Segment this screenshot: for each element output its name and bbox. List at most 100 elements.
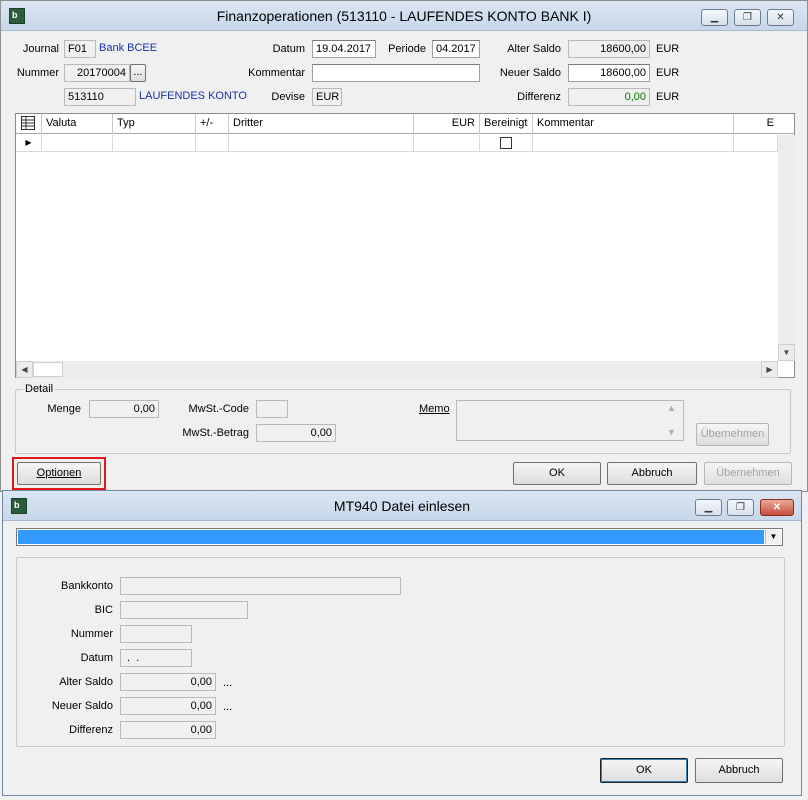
scroll-right-icon[interactable]: ▶ bbox=[761, 361, 778, 378]
datum-label: Datum bbox=[272, 43, 305, 55]
memo-field[interactable] bbox=[456, 400, 684, 441]
minimize-icon: ▁ bbox=[704, 502, 713, 513]
devise-field[interactable]: EUR bbox=[312, 88, 342, 106]
journal-name-link[interactable]: Bank BCEE bbox=[99, 42, 157, 54]
differenz-field: 0,00 bbox=[568, 88, 650, 106]
bic-label: BIC bbox=[94, 604, 113, 616]
grid-cell-dritter[interactable] bbox=[229, 135, 414, 152]
memo-scroll-up-icon[interactable]: ▲ bbox=[667, 403, 676, 413]
grid-header-eur[interactable]: EUR bbox=[414, 114, 480, 134]
optionen-button[interactable]: Optionen bbox=[17, 462, 101, 485]
grid-header-valuta[interactable]: Valuta bbox=[42, 114, 113, 134]
grid-cell-eur[interactable] bbox=[414, 135, 480, 152]
dialog-datum-label: Datum bbox=[80, 652, 113, 664]
nummer-label: Nummer bbox=[16, 67, 59, 79]
detail-uebernehmen-button[interactable]: Übernehmen bbox=[696, 423, 769, 446]
grid-horizontal-scrollbar[interactable]: ◀ ▶ bbox=[16, 361, 778, 378]
grid-header-bereinigt[interactable]: Bereinigt bbox=[480, 114, 533, 134]
journal-code-field[interactable]: F01 bbox=[64, 40, 96, 58]
memo-scroll-down-icon[interactable]: ▼ bbox=[667, 427, 676, 437]
file-dropdown-value bbox=[18, 530, 764, 544]
periode-label: Periode bbox=[388, 43, 426, 55]
kommentar-field[interactable] bbox=[312, 64, 480, 82]
kommentar-label: Kommentar bbox=[248, 67, 305, 79]
restore-button[interactable]: ❐ bbox=[734, 9, 761, 26]
grid-corner-icon[interactable] bbox=[16, 114, 42, 134]
neuer-saldo-more-button[interactable]: ... bbox=[223, 701, 232, 713]
grid-cell-e[interactable] bbox=[734, 135, 778, 152]
grid-cell-typ[interactable] bbox=[113, 135, 196, 152]
dialog-nummer-field bbox=[120, 625, 192, 643]
nummer-lookup-button[interactable]: ... bbox=[130, 64, 146, 82]
grid-vertical-scrollbar[interactable]: ▼ bbox=[778, 135, 795, 361]
account-code-field[interactable]: 513110 bbox=[64, 88, 136, 106]
row-indicator-icon[interactable]: ▶ bbox=[16, 135, 42, 152]
menge-field[interactable]: 0,00 bbox=[89, 400, 159, 418]
ok-button[interactable]: OK bbox=[513, 462, 601, 485]
dialog-differenz-label: Differenz bbox=[69, 724, 113, 736]
scroll-down-icon[interactable]: ▼ bbox=[778, 344, 795, 361]
alter-saldo-field[interactable]: 18600,00 bbox=[568, 40, 650, 58]
alter-saldo-more-button[interactable]: ... bbox=[223, 677, 232, 689]
grid-cell-valuta[interactable] bbox=[42, 135, 113, 152]
optionen-label: Optionen bbox=[36, 467, 82, 479]
account-name-link[interactable]: LAUFENDES KONTO bbox=[139, 90, 247, 102]
uebernehmen-button[interactable]: Übernehmen bbox=[704, 462, 792, 485]
bankkonto-label: Bankkonto bbox=[61, 580, 113, 592]
nummer-field[interactable]: 20170004 bbox=[64, 64, 130, 82]
periode-field[interactable]: 04.2017 bbox=[432, 40, 480, 58]
grid-header-dritter[interactable]: Dritter bbox=[229, 114, 414, 134]
bic-field bbox=[120, 601, 248, 619]
horizontal-scroll-thumb[interactable] bbox=[33, 362, 63, 377]
dialog-neuer-saldo-field: 0,00 bbox=[120, 697, 216, 715]
mwst-code-field[interactable] bbox=[256, 400, 288, 418]
datum-field[interactable]: 19.04.2017 bbox=[312, 40, 376, 58]
grid-cell-bereinigt[interactable] bbox=[480, 135, 533, 152]
mwst-betrag-field[interactable]: 0,00 bbox=[256, 424, 336, 442]
differenz-label: Differenz bbox=[517, 91, 561, 103]
bankkonto-field bbox=[120, 577, 401, 595]
journal-label: Journal bbox=[22, 43, 59, 55]
main-window: b Finanzoperationen (513110 - LAUFENDES … bbox=[0, 0, 808, 492]
grid-header-typ[interactable]: Typ bbox=[113, 114, 196, 134]
dialog-nummer-label: Nummer bbox=[70, 628, 113, 640]
chevron-down-icon[interactable]: ▼ bbox=[765, 530, 781, 544]
grid-header-filler bbox=[778, 114, 794, 134]
dialog-alter-saldo-label: Alter Saldo bbox=[59, 676, 113, 688]
main-titlebar[interactable]: b Finanzoperationen (513110 - LAUFENDES … bbox=[1, 1, 807, 31]
devise-label: Devise bbox=[271, 91, 305, 103]
dialog-close-button[interactable]: ✕ bbox=[760, 499, 794, 516]
neuer-saldo-currency: EUR bbox=[656, 67, 680, 79]
dialog-ok-button[interactable]: OK bbox=[600, 758, 688, 783]
grid-header-plusminus[interactable]: +/- bbox=[196, 114, 229, 134]
abbruch-button[interactable]: Abbruch bbox=[607, 462, 697, 485]
scroll-left-icon[interactable]: ◀ bbox=[16, 361, 33, 378]
grid-cell-plusminus[interactable] bbox=[196, 135, 229, 152]
bereinigt-checkbox[interactable] bbox=[500, 137, 512, 149]
alter-saldo-label: Alter Saldo bbox=[507, 43, 561, 55]
dialog-abbruch-button[interactable]: Abbruch bbox=[695, 758, 783, 783]
close-icon: ✕ bbox=[776, 12, 785, 23]
dialog-restore-button[interactable]: ❐ bbox=[727, 499, 754, 516]
neuer-saldo-field[interactable]: 18600,00 bbox=[568, 64, 650, 82]
dialog-alter-saldo-field: 0,00 bbox=[120, 673, 216, 691]
restore-icon: ❐ bbox=[736, 502, 745, 513]
dialog-neuer-saldo-label: Neuer Saldo bbox=[51, 700, 113, 712]
close-button[interactable]: ✕ bbox=[767, 9, 794, 26]
mt940-dialog: b MT940 Datei einlesen ▁ ❐ ✕ ▼ Bankkonto… bbox=[2, 490, 802, 796]
grid-header-e[interactable]: E bbox=[734, 114, 778, 134]
restore-icon: ❐ bbox=[743, 12, 752, 23]
grid-header-kommentar[interactable]: Kommentar bbox=[533, 114, 734, 134]
mwst-code-label: MwSt.-Code bbox=[188, 403, 249, 415]
dialog-minimize-button[interactable]: ▁ bbox=[695, 499, 722, 516]
operations-grid[interactable]: Valuta Typ +/- Dritter EUR Bereinigt Kom… bbox=[15, 113, 795, 378]
main-window-title: Finanzoperationen (513110 - LAUFENDES KO… bbox=[216, 8, 592, 24]
grid-cell-kommentar[interactable] bbox=[533, 135, 734, 152]
file-dropdown[interactable]: ▼ bbox=[16, 528, 783, 546]
minimize-button[interactable]: ▁ bbox=[701, 9, 728, 26]
dialog-titlebar[interactable]: b MT940 Datei einlesen ▁ ❐ ✕ bbox=[3, 491, 801, 521]
dialog-differenz-field: 0,00 bbox=[120, 721, 216, 739]
dialog-datum-field: . . bbox=[120, 649, 192, 667]
minimize-icon: ▁ bbox=[710, 12, 719, 23]
differenz-currency: EUR bbox=[656, 91, 680, 103]
